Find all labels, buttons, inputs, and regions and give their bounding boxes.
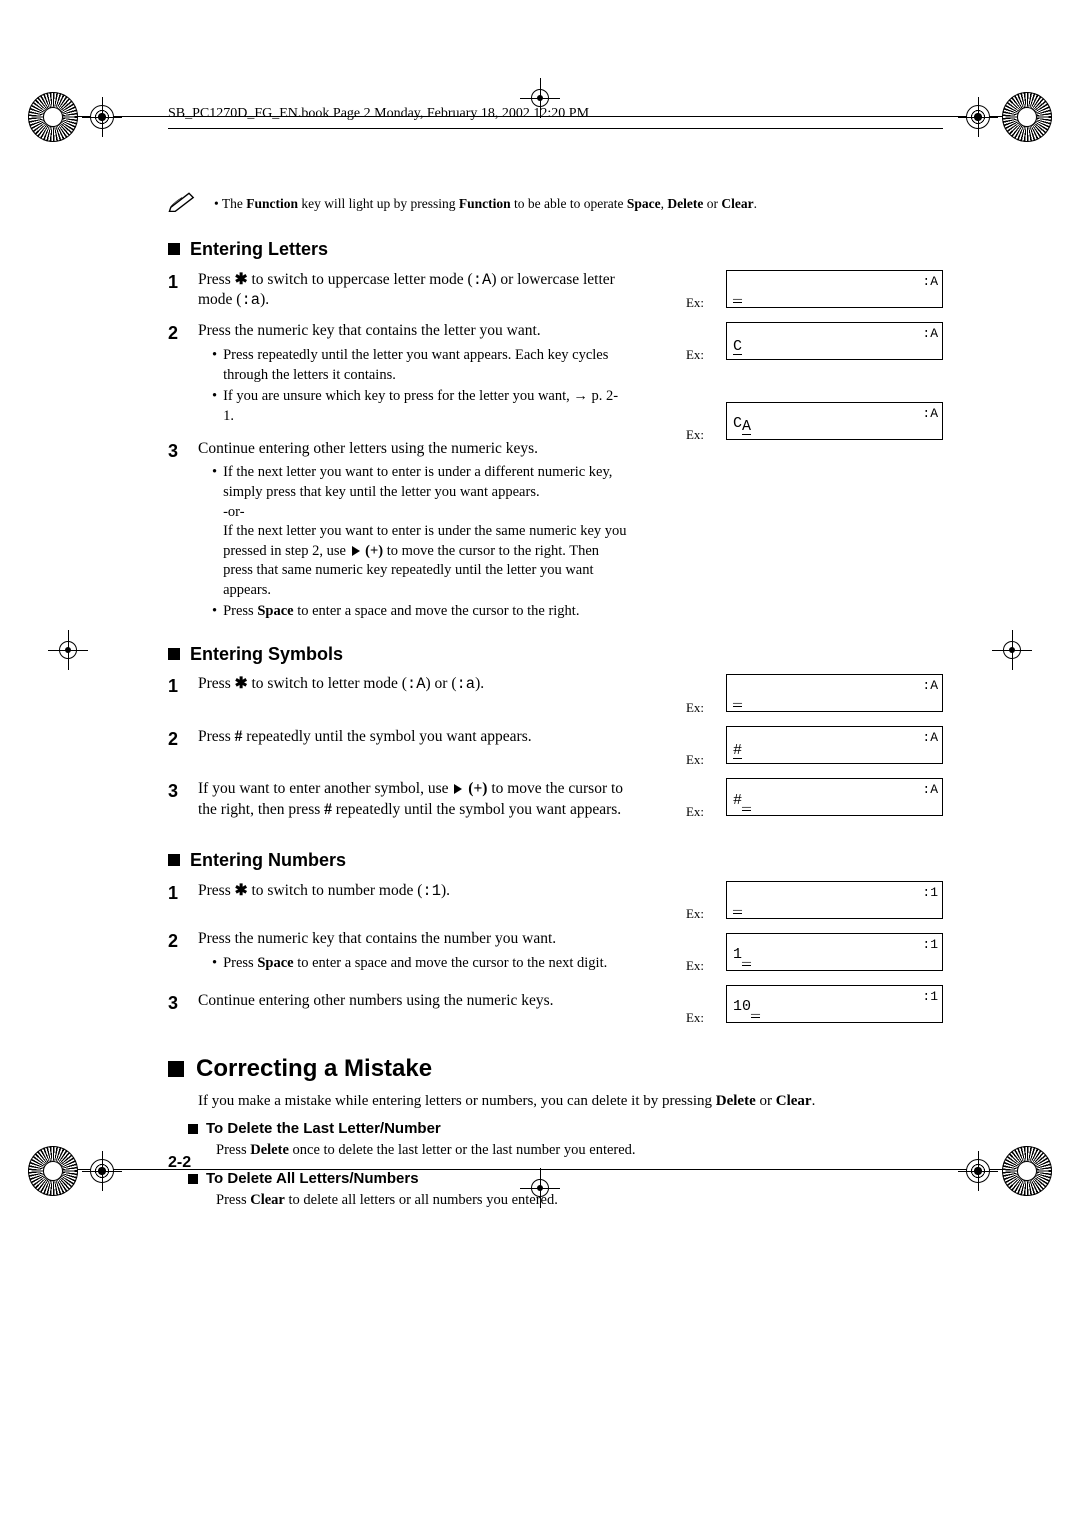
regmark-top-left bbox=[28, 92, 126, 142]
symbols-step-2: 2 Press # repeatedly until the symbol yo… bbox=[168, 727, 628, 751]
delete-all-text: Press Clear to delete all letters or all… bbox=[216, 1191, 943, 1211]
star-icon: ✱ bbox=[235, 882, 248, 899]
section-title: Correcting a Mistake bbox=[196, 1053, 432, 1085]
square-bullet-icon bbox=[188, 1174, 198, 1184]
symbols-step-3: 3 If you want to enter another symbol, u… bbox=[168, 779, 628, 821]
subsection-delete-all: To Delete All Letters/Numbers bbox=[188, 1169, 943, 1189]
lcd-symbols-1: Ex: :A _ bbox=[686, 674, 943, 726]
page-number: 2-2 bbox=[168, 1154, 191, 1172]
symbols-step-1: 1 Press ✱ to switch to letter mode (:A) … bbox=[168, 674, 628, 698]
symbols-block: 1 Press ✱ to switch to letter mode (:A) … bbox=[168, 674, 943, 830]
section-correcting: Correcting a Mistake bbox=[168, 1053, 943, 1085]
cross-right bbox=[992, 630, 1032, 670]
square-bullet-icon bbox=[168, 1061, 184, 1077]
cross-left bbox=[48, 630, 88, 670]
lcd-letters-1: Ex: :A _ bbox=[686, 270, 943, 322]
content-area: • The Function key will light up by pres… bbox=[168, 192, 943, 1211]
numbers-step-2: 2 Press the numeric key that contains th… bbox=[168, 929, 628, 975]
square-bullet-icon bbox=[168, 243, 180, 255]
numbers-step-1: 1 Press ✱ to switch to number mode (:1). bbox=[168, 881, 628, 905]
lcd-symbols-3: Ex: :A #_ bbox=[686, 778, 943, 830]
regmark-bottom-left bbox=[28, 1146, 126, 1196]
letters-block: 1 Press ✱ to switch to uppercase letter … bbox=[168, 270, 943, 624]
numbers-lcds: Ex: :1 _ Ex: :1 1_ Ex: :1 bbox=[686, 881, 943, 1037]
section-title: Entering Symbols bbox=[190, 642, 343, 666]
page-root: SB_PC1270D_FG_EN.book Page 2 Monday, Feb… bbox=[0, 0, 1080, 1528]
section-title: Entering Numbers bbox=[190, 848, 346, 872]
section-entering-letters: Entering Letters bbox=[168, 237, 943, 261]
square-bullet-icon bbox=[168, 648, 180, 660]
section-title: Entering Letters bbox=[190, 237, 328, 261]
running-head-rule bbox=[168, 128, 943, 129]
square-bullet-icon bbox=[188, 1124, 198, 1134]
triangle-right-icon bbox=[352, 546, 360, 556]
arrow-right-icon: → bbox=[573, 388, 588, 404]
regmark-bottom-right bbox=[954, 1146, 1052, 1196]
delete-last-text: Press Delete once to delete the last let… bbox=[216, 1141, 943, 1161]
letters-lcds: Ex: :A _ Ex: :A C Ex: bbox=[686, 270, 943, 454]
note-icon bbox=[168, 190, 196, 212]
lcd-letters-2: Ex: :A C bbox=[686, 322, 943, 374]
numbers-step-3: 3 Continue entering other numbers using … bbox=[168, 991, 628, 1015]
star-icon: ✱ bbox=[235, 271, 248, 288]
regmark-top-right bbox=[954, 92, 1052, 142]
section-entering-numbers: Entering Numbers bbox=[168, 848, 943, 872]
letters-step-1: 1 Press ✱ to switch to uppercase letter … bbox=[168, 270, 628, 312]
running-head: SB_PC1270D_FG_EN.book Page 2 Monday, Feb… bbox=[168, 106, 589, 122]
letters-step-2: 2 Press the numeric key that contains th… bbox=[168, 321, 628, 428]
note-row: • The Function key will light up by pres… bbox=[168, 192, 943, 213]
lcd-numbers-3: Ex: :1 10_ bbox=[686, 985, 943, 1037]
lcd-letters-3: Ex: :A CA bbox=[686, 402, 943, 454]
lcd-numbers-2: Ex: :1 1_ bbox=[686, 933, 943, 985]
numbers-block: 1 Press ✱ to switch to number mode (:1).… bbox=[168, 881, 943, 1037]
note-text: • The Function key will light up by pres… bbox=[214, 195, 757, 213]
symbols-lcds: Ex: :A _ Ex: :A # Ex: :A bbox=[686, 674, 943, 830]
lcd-symbols-2: Ex: :A # bbox=[686, 726, 943, 778]
subsection-delete-last: To Delete the Last Letter/Number bbox=[188, 1119, 943, 1139]
correct-intro: If you make a mistake while entering let… bbox=[198, 1091, 943, 1111]
star-icon: ✱ bbox=[235, 675, 248, 692]
square-bullet-icon bbox=[168, 854, 180, 866]
section-entering-symbols: Entering Symbols bbox=[168, 642, 943, 666]
triangle-right-icon bbox=[454, 784, 462, 794]
bullet: • bbox=[214, 196, 219, 211]
lcd-numbers-1: Ex: :1 _ bbox=[686, 881, 943, 933]
letters-step-3: 3 Continue entering other letters using … bbox=[168, 439, 628, 624]
